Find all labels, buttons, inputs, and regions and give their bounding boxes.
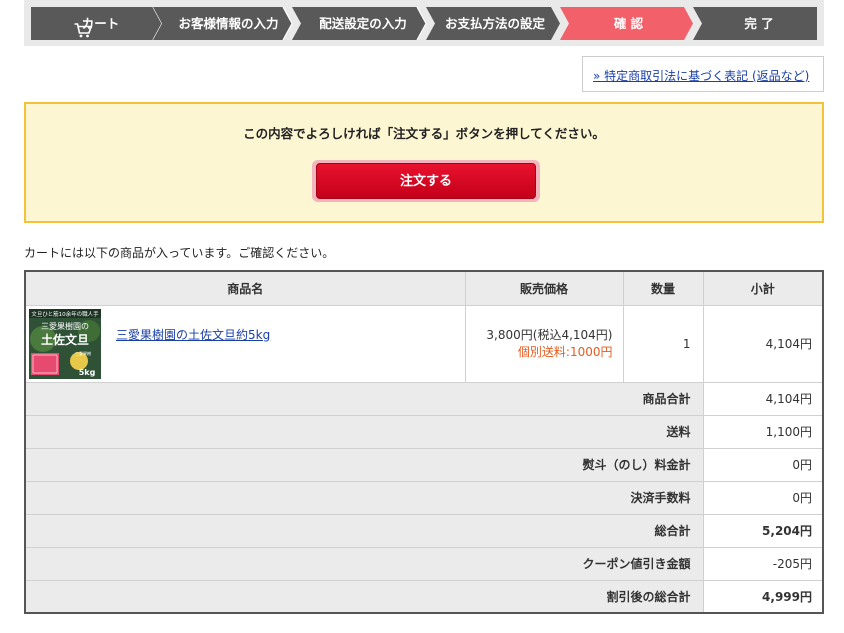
individual-shipping-note: 個別送料:1000円 [517, 344, 613, 359]
summary-value: 5,204円 [702, 513, 824, 548]
step-payment: お支払方法の設定 [426, 7, 560, 40]
summary-label: 送料 [24, 414, 704, 449]
summary-row-goods-total: 商品合計 4,104円 [24, 381, 824, 416]
step-label: お支払方法の設定 [444, 16, 545, 31]
step-confirm: 確 認 [560, 7, 693, 40]
summary-label: 熨斗（のし）料金計 [24, 447, 704, 482]
summary-label: 割引後の総合計 [24, 579, 704, 614]
header-subtotal: 小計 [702, 270, 824, 306]
summary-value: 4,999円 [702, 579, 824, 614]
summary-label: 総合計 [24, 513, 704, 548]
order-button-frame: 注文する [312, 160, 540, 202]
summary-label: クーポン値引き金額 [24, 546, 704, 581]
step-label: 完 了 [744, 16, 774, 31]
thumb-product-text: 土佐文旦 [41, 332, 89, 347]
step-customer-info: お客様情報の入力 [153, 6, 293, 41]
header-product-name: 商品名 [24, 270, 466, 306]
thumb-tag-text: 三愛果樹 [75, 350, 91, 356]
summary-value: 4,104円 [702, 381, 824, 416]
product-price: 3,800円(税込4,104円) [486, 327, 613, 342]
product-name-link[interactable]: 三愛果樹園の土佐文旦約5kg [116, 326, 270, 343]
subtotal-cell: 4,104円 [702, 304, 824, 383]
legal-notice-box: » 特定商取引法に基づく表記 (返品など) [582, 56, 824, 92]
cart-note: カートには以下の商品が入っています。ご確認ください。 [24, 246, 335, 260]
summary-value: 0円 [702, 480, 824, 515]
summary-value: 1,100円 [702, 414, 824, 449]
thumb-brand-text: 三愛果樹園の [41, 321, 89, 331]
legal-notice-link[interactable]: » 特定商取引法に基づく表記 (返品など) [593, 67, 809, 84]
summary-label: 商品合計 [24, 381, 704, 416]
step-cart: カート [31, 6, 163, 41]
place-order-button[interactable]: 注文する [316, 163, 536, 199]
header-quantity: 数量 [622, 270, 704, 306]
summary-row-shipping: 送料 1,100円 [24, 414, 824, 449]
checkout-steps: カート お客様情報の入力 配送設定の入力 お支払方法の設定 確 認 完 了 [31, 6, 817, 41]
summary-label: 決済手数料 [24, 480, 704, 515]
step-shipping: 配送設定の入力 [292, 6, 427, 41]
price-cell: 3,800円(税込4,104円) 個別送料:1000円 [464, 304, 624, 383]
product-cell: 文旦ひと筋10余年の職人手 三愛果樹園の 土佐文旦 三愛果樹 5kg 三愛果樹園… [24, 304, 466, 383]
product-thumbnail[interactable]: 文旦ひと筋10余年の職人手 三愛果樹園の 土佐文旦 三愛果樹 5kg [29, 308, 101, 379]
summary-value: -205円 [702, 546, 824, 581]
step-label: 配送設定の入力 [319, 16, 407, 31]
summary-value: 0円 [702, 447, 824, 482]
quantity-cell: 1 [622, 304, 704, 383]
summary-row-noshi-fee: 熨斗（のし）料金計 0円 [24, 447, 824, 482]
table-header-row: 商品名 販売価格 数量 小計 [24, 270, 824, 306]
summary-row-coupon-discount: クーポン値引き金額 -205円 [24, 546, 824, 581]
step-label: お客様情報の入力 [178, 16, 279, 31]
summary-row-grand-total: 総合計 5,204円 [24, 513, 824, 548]
checkout-steps-bar: カート お客様情報の入力 配送設定の入力 お支払方法の設定 確 認 完 了 [24, 0, 824, 46]
order-table: 商品名 販売価格 数量 小計 文旦ひと筋10余年の職人手 三愛果樹園の 土佐文旦… [24, 270, 824, 614]
confirm-panel: この内容でよろしければ「注文する」ボタンを押してください。 注文する [24, 102, 824, 223]
confirm-message: この内容でよろしければ「注文する」ボタンを押してください。 [243, 126, 605, 141]
thumb-top-text: 文旦ひと筋10余年の職人手 [31, 310, 99, 318]
summary-row-discounted-total: 割引後の総合計 4,999円 [24, 579, 824, 614]
header-price: 販売価格 [464, 270, 624, 306]
step-label: 確 認 [613, 16, 644, 31]
step-complete: 完 了 [693, 7, 817, 40]
step-label: カート [81, 16, 120, 31]
summary-row-payment-fee: 決済手数料 0円 [24, 480, 824, 515]
table-row: 文旦ひと筋10余年の職人手 三愛果樹園の 土佐文旦 三愛果樹 5kg 三愛果樹園… [24, 304, 824, 383]
thumb-weight-text: 5kg [79, 368, 96, 377]
